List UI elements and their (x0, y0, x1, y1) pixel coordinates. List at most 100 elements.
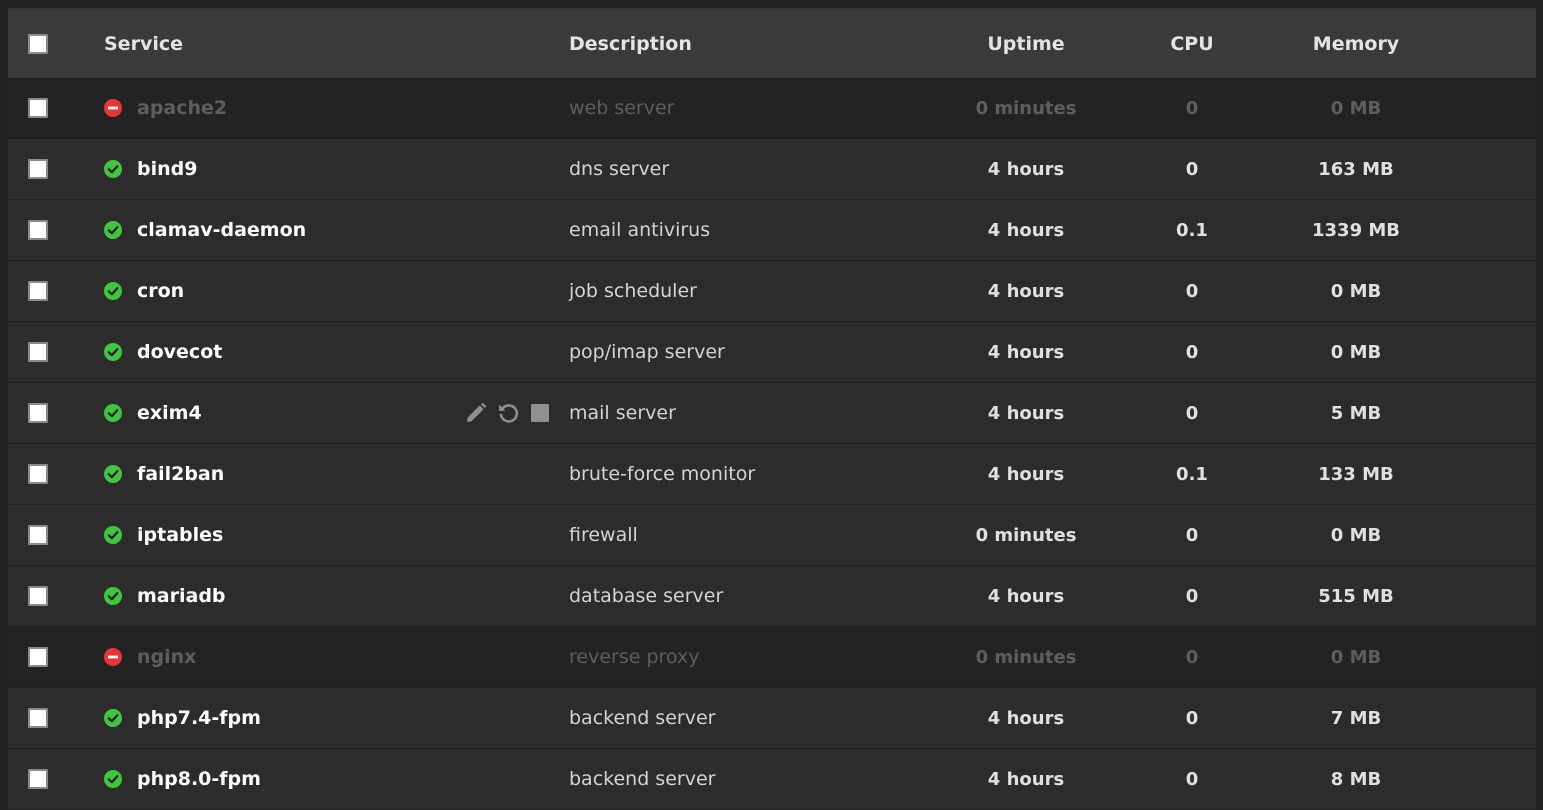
uptime-cell: 4 hours (946, 200, 1106, 260)
table-row[interactable]: iptables firewall 0 minutes 0 0 MB (8, 505, 1536, 566)
restart-service-button[interactable] (496, 401, 520, 425)
cpu-cell: 0 (1132, 78, 1252, 138)
service-description: firewall (569, 524, 638, 546)
service-cpu: 0 (1185, 402, 1199, 424)
row-checkbox[interactable] (28, 342, 48, 362)
header-checkbox-cell (28, 10, 50, 78)
row-checkbox[interactable] (28, 525, 48, 545)
service-name-link[interactable]: cron (137, 280, 184, 302)
table-row[interactable]: clamav-daemon email antivirus 4 hours 0.1 13… (8, 200, 1536, 261)
services-table: Service Description Uptime CPU Memory ap… (8, 10, 1536, 810)
table-body: apache2 web server 0 minutes 0 0 MB bind9 dns … (8, 78, 1536, 810)
memory-cell: 5 MB (1276, 383, 1436, 443)
service-name-link[interactable]: fail2ban (137, 463, 224, 485)
row-checkbox[interactable] (28, 769, 48, 789)
row-checkbox[interactable] (28, 708, 48, 728)
description-cell: pop/imap server (569, 322, 929, 382)
service-uptime: 4 hours (987, 341, 1065, 363)
memory-cell: 1339 MB (1276, 200, 1436, 260)
service-cpu: 0 (1185, 158, 1199, 180)
header-service[interactable]: Service (104, 33, 183, 55)
table-row[interactable]: mariadb database server 4 hours 0 515 MB (8, 566, 1536, 627)
service-cell: dovecot (104, 322, 464, 382)
row-checkbox[interactable] (28, 464, 48, 484)
header-memory-cell[interactable]: Memory (1276, 10, 1436, 78)
header-cpu-cell[interactable]: CPU (1132, 10, 1252, 78)
edit-service-button[interactable] (464, 401, 488, 425)
memory-cell: 515 MB (1276, 566, 1436, 626)
running-check-icon (104, 709, 122, 727)
service-memory: 133 MB (1318, 463, 1394, 485)
service-memory: 0 MB (1330, 97, 1382, 119)
table-row[interactable]: nginx reverse proxy 0 minutes 0 0 MB (8, 627, 1536, 688)
row-checkbox[interactable] (28, 281, 48, 301)
uptime-cell: 0 minutes (946, 78, 1106, 138)
row-checkbox[interactable] (28, 220, 48, 240)
header-memory[interactable]: Memory (1313, 33, 1399, 55)
table-row[interactable]: php8.0-fpm backend server 4 hours 0 8 MB (8, 749, 1536, 810)
stop-icon (528, 401, 552, 425)
service-name-link[interactable]: iptables (137, 524, 223, 546)
description-cell: database server (569, 566, 929, 626)
service-uptime: 0 minutes (975, 646, 1077, 668)
service-cell: iptables (104, 505, 464, 565)
table-row[interactable]: dovecot pop/imap server 4 hours 0 0 MB (8, 322, 1536, 383)
service-name-link[interactable]: exim4 (137, 402, 202, 424)
memory-cell: 0 MB (1276, 322, 1436, 382)
service-name-link[interactable]: php7.4-fpm (137, 707, 261, 729)
header-description-cell[interactable]: Description (569, 10, 929, 78)
service-uptime: 4 hours (987, 707, 1065, 729)
select-all-checkbox[interactable] (28, 34, 48, 54)
row-checkbox-cell (28, 444, 50, 504)
service-name-link[interactable]: clamav-daemon (137, 219, 306, 241)
service-cell: exim4 (104, 383, 464, 443)
header-service-cell[interactable]: Service (104, 10, 464, 78)
service-name-link[interactable]: mariadb (137, 585, 226, 607)
running-check-icon (104, 221, 122, 239)
row-checkbox[interactable] (28, 98, 48, 118)
table-row[interactable]: php7.4-fpm backend server 4 hours 0 7 MB (8, 688, 1536, 749)
memory-cell: 0 MB (1276, 261, 1436, 321)
cpu-cell: 0 (1132, 505, 1252, 565)
service-name-link[interactable]: apache2 (137, 97, 227, 119)
service-memory: 7 MB (1330, 707, 1382, 729)
table-row[interactable]: exim4 mail server 4 hours 0 5 MB (8, 383, 1536, 444)
table-row[interactable]: fail2ban brute-force monitor 4 hours 0.1 133… (8, 444, 1536, 505)
service-name-link[interactable]: nginx (137, 646, 196, 668)
running-check-icon (104, 770, 122, 788)
running-check-icon (104, 343, 122, 361)
description-cell: job scheduler (569, 261, 929, 321)
table-row[interactable]: bind9 dns server 4 hours 0 163 MB (8, 139, 1536, 200)
header-description[interactable]: Description (569, 33, 692, 55)
service-uptime: 4 hours (987, 585, 1065, 607)
service-name-link[interactable]: php8.0-fpm (137, 768, 261, 790)
row-checkbox[interactable] (28, 159, 48, 179)
header-cpu[interactable]: CPU (1170, 33, 1213, 55)
service-cell: apache2 (104, 78, 464, 138)
row-checkbox[interactable] (28, 647, 48, 667)
row-checkbox[interactable] (28, 403, 48, 423)
cpu-cell: 0 (1132, 322, 1252, 382)
header-uptime[interactable]: Uptime (987, 33, 1064, 55)
service-uptime: 4 hours (987, 158, 1065, 180)
service-cell: bind9 (104, 139, 464, 199)
header-uptime-cell[interactable]: Uptime (946, 10, 1106, 78)
uptime-cell: 4 hours (946, 688, 1106, 748)
memory-cell: 0 MB (1276, 505, 1436, 565)
service-uptime: 4 hours (987, 280, 1065, 302)
stop-service-button[interactable] (528, 401, 552, 425)
service-name-link[interactable]: dovecot (137, 341, 222, 363)
description-cell: firewall (569, 505, 929, 565)
description-cell: backend server (569, 688, 929, 748)
restart-icon (496, 401, 520, 425)
service-name-link[interactable]: bind9 (137, 158, 197, 180)
service-cell: fail2ban (104, 444, 464, 504)
table-row[interactable]: cron job scheduler 4 hours 0 0 MB (8, 261, 1536, 322)
memory-cell: 163 MB (1276, 139, 1436, 199)
table-row[interactable]: apache2 web server 0 minutes 0 0 MB (8, 78, 1536, 139)
service-memory: 5 MB (1330, 402, 1382, 424)
row-checkbox[interactable] (28, 586, 48, 606)
service-cpu: 0.1 (1176, 463, 1208, 485)
service-description: reverse proxy (569, 646, 700, 668)
service-uptime: 4 hours (987, 768, 1065, 790)
